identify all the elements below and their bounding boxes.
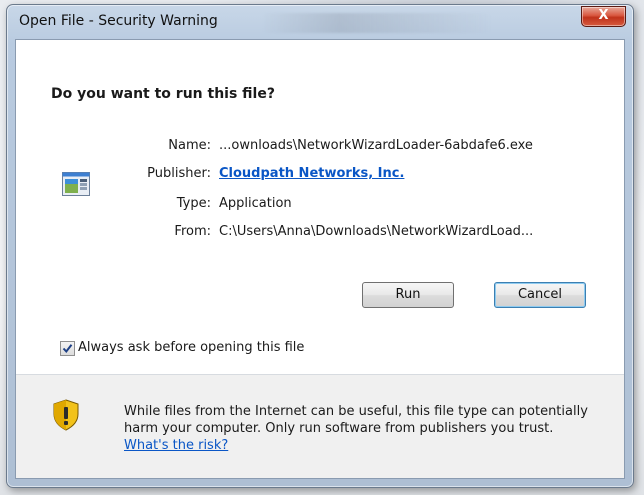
blurred-background-text [262,13,492,33]
cancel-button[interactable]: Cancel [494,282,586,308]
window-title: Open File - Security Warning [19,13,218,29]
warning-message: While files from the Internet can be use… [124,403,594,454]
name-value: ...ownloads\NetworkWizardLoader-6abdafe6… [219,138,533,153]
question-heading: Do you want to run this file? [51,86,275,102]
title-bar[interactable]: Open File - Security Warning X [7,5,633,39]
name-row: Name: ...ownloads\NetworkWizardLoader-6a… [16,138,624,158]
dialog-content: Do you want to run this file? Name: ...o… [15,39,625,479]
publisher-label: Publisher: [147,166,211,181]
always-ask-checkbox[interactable] [60,341,75,356]
name-label: Name: [168,138,211,153]
warning-text: While files from the Internet can be use… [124,404,588,436]
from-value: C:\Users\Anna\Downloads\NetworkWizardLoa… [219,224,534,239]
publisher-row: Publisher: Cloudpath Networks, Inc. [16,166,624,186]
type-label: Type: [176,196,211,211]
type-value: Application [219,196,292,211]
close-button[interactable]: X [581,6,626,27]
from-label: From: [174,224,211,239]
whats-the-risk-link[interactable]: What's the risk? [124,438,228,453]
security-shield-icon [53,399,79,431]
close-icon: X [598,8,609,23]
run-button[interactable]: Run [362,282,454,308]
checkmark-icon [62,344,73,354]
from-row: From: C:\Users\Anna\Downloads\NetworkWiz… [16,224,624,244]
type-row: Type: Application [16,196,624,216]
security-warning-dialog: Open File - Security Warning X Do you wa… [6,4,634,488]
publisher-link[interactable]: Cloudpath Networks, Inc. [219,166,404,181]
always-ask-label: Always ask before opening this file [78,340,305,355]
